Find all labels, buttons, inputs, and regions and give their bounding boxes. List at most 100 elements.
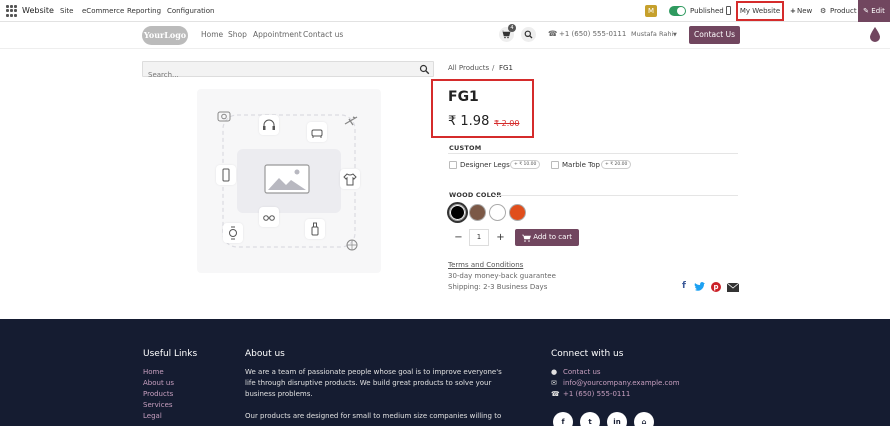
footer-about-text: life through disruptive products. We bui… xyxy=(245,379,492,387)
color-swatch-brown[interactable] xyxy=(469,204,486,221)
menu-site[interactable]: Site xyxy=(60,0,73,22)
edit-label: Edit xyxy=(871,7,885,15)
shipping-text: Shipping: 2-3 Business Days xyxy=(448,283,548,291)
marble-top-label[interactable]: Marble Top xyxy=(562,161,600,169)
marble-top-checkbox[interactable] xyxy=(551,161,559,169)
footer-link-services[interactable]: Services xyxy=(143,401,173,409)
search-input[interactable] xyxy=(143,68,403,82)
search-icon[interactable] xyxy=(419,64,430,75)
user-avatar[interactable]: M xyxy=(645,5,657,17)
menu-reporting[interactable]: Reporting xyxy=(127,0,161,22)
nav-shop[interactable]: Shop xyxy=(228,30,247,39)
caret-down-icon: ▼ xyxy=(673,32,677,38)
breadcrumb-current: FG1 xyxy=(499,64,513,72)
designer-legs-checkbox[interactable] xyxy=(449,161,457,169)
published-label: Published xyxy=(690,7,724,15)
search-icon xyxy=(524,30,533,39)
published-toggle[interactable] xyxy=(669,6,686,16)
custom-section-title: CUSTOM xyxy=(449,144,482,152)
watch-icon xyxy=(223,223,243,243)
edit-button[interactable]: ✎ Edit xyxy=(858,0,890,22)
footer-contact-link[interactable]: Contact us xyxy=(563,368,601,376)
apps-grid-icon[interactable] xyxy=(6,5,18,17)
headphones-icon xyxy=(259,115,279,135)
nav-home[interactable]: Home xyxy=(201,30,223,39)
divider xyxy=(448,153,738,154)
nav-appointment[interactable]: Appointment xyxy=(253,30,302,39)
phone-icon: ☎ xyxy=(551,390,560,398)
twitter-share-icon[interactable] xyxy=(694,282,705,292)
twitter-icon[interactable]: t xyxy=(580,412,600,432)
theme-drop-icon[interactable] xyxy=(869,26,881,43)
breadcrumb-all-products[interactable]: All Products xyxy=(448,64,489,72)
bottle-icon xyxy=(305,219,325,239)
sofa-icon xyxy=(307,122,327,142)
designer-legs-extra-price: + ₹ 10.00 xyxy=(510,160,541,169)
footer-about-text: business problems. xyxy=(245,390,313,398)
header-search-button[interactable] xyxy=(521,27,536,42)
guarantee-text: 30-day money-back guarantee xyxy=(448,272,556,280)
header-phone[interactable]: +1 (650) 555-0111 xyxy=(559,30,626,38)
gear-icon: ⚙ xyxy=(820,7,827,15)
quantity-input[interactable]: 1 xyxy=(469,229,489,246)
site-logo[interactable]: YourLogo xyxy=(142,26,188,45)
smartphone-icon xyxy=(216,165,236,185)
camera-icon xyxy=(214,106,234,126)
footer-link-products[interactable]: Products xyxy=(143,390,173,398)
menu-configuration[interactable]: Configuration xyxy=(167,0,214,22)
website-selector[interactable]: My Website xyxy=(736,1,784,21)
contact-us-button[interactable]: Contact Us xyxy=(689,26,740,44)
envelope-icon: ✉ xyxy=(551,379,557,387)
product-search[interactable] xyxy=(142,61,434,82)
footer-link-legal[interactable]: Legal xyxy=(143,412,162,420)
ball-icon xyxy=(342,235,362,255)
add-to-cart-label: Add to cart xyxy=(533,233,572,241)
user-menu[interactable]: Mustafa Rahi xyxy=(631,30,673,38)
airplane-icon xyxy=(341,111,361,131)
app-name[interactable]: Website xyxy=(22,0,54,22)
chat-icon: ● xyxy=(551,368,558,376)
phone-icon: ☎ xyxy=(548,29,558,38)
cart-count-badge: 4 xyxy=(508,24,516,32)
facebook-icon[interactable]: f xyxy=(553,412,573,432)
linkedin-icon[interactable]: in xyxy=(607,412,627,432)
color-swatch-white[interactable] xyxy=(489,204,506,221)
nav-contact-us[interactable]: Contact us xyxy=(303,30,343,39)
home-icon[interactable]: ⌂ xyxy=(634,412,654,432)
footer-about-text: Our products are designed for small to m… xyxy=(245,412,502,420)
cart-icon xyxy=(522,234,531,242)
designer-legs-label[interactable]: Designer Legs xyxy=(460,161,510,169)
admin-bar: Website Site eCommerce Reporting Configu… xyxy=(0,0,890,22)
footer-useful-links-title: Useful Links xyxy=(143,349,198,359)
product-name: FG1 xyxy=(448,89,479,105)
footer-about-text: We are a team of passionate people whose… xyxy=(245,368,502,376)
footer-link-about-us[interactable]: About us xyxy=(143,379,174,387)
highlight-annotation xyxy=(431,79,534,138)
color-swatch-black[interactable] xyxy=(449,204,466,221)
footer-phone-link[interactable]: +1 (650) 555-0111 xyxy=(563,390,630,398)
site-header: YourLogo Home Shop Appointment Contact u… xyxy=(0,22,890,49)
pencil-icon: ✎ xyxy=(863,7,870,15)
plus-icon: + xyxy=(790,7,796,15)
quantity-plus-button[interactable]: + xyxy=(494,229,507,246)
color-swatch-orange[interactable] xyxy=(509,204,526,221)
footer-link-home[interactable]: Home xyxy=(143,368,164,376)
tshirt-icon xyxy=(340,169,360,189)
email-share-icon[interactable] xyxy=(727,283,739,292)
quantity-minus-button[interactable]: − xyxy=(452,229,465,246)
marble-top-extra-price: + ₹ 20.00 xyxy=(601,160,632,169)
menu-ecommerce[interactable]: eCommerce xyxy=(82,0,124,22)
footer-about-title: About us xyxy=(245,349,285,359)
breadcrumb-separator: / xyxy=(492,64,495,72)
add-to-cart-button[interactable]: Add to cart xyxy=(515,229,579,246)
product-image xyxy=(197,89,381,273)
pinterest-share-icon[interactable]: p xyxy=(711,282,721,292)
new-button[interactable]: New xyxy=(797,0,812,22)
product-menu[interactable]: Product xyxy=(830,0,857,22)
facebook-share-icon[interactable]: f xyxy=(682,281,686,291)
footer-email-link[interactable]: info@yourcompany.example.com xyxy=(563,379,680,387)
product-old-price: ₹ 2.00 xyxy=(494,119,520,128)
glasses-icon xyxy=(259,207,279,227)
terms-link[interactable]: Terms and Conditions xyxy=(448,261,523,269)
mobile-preview-icon[interactable] xyxy=(726,6,731,15)
